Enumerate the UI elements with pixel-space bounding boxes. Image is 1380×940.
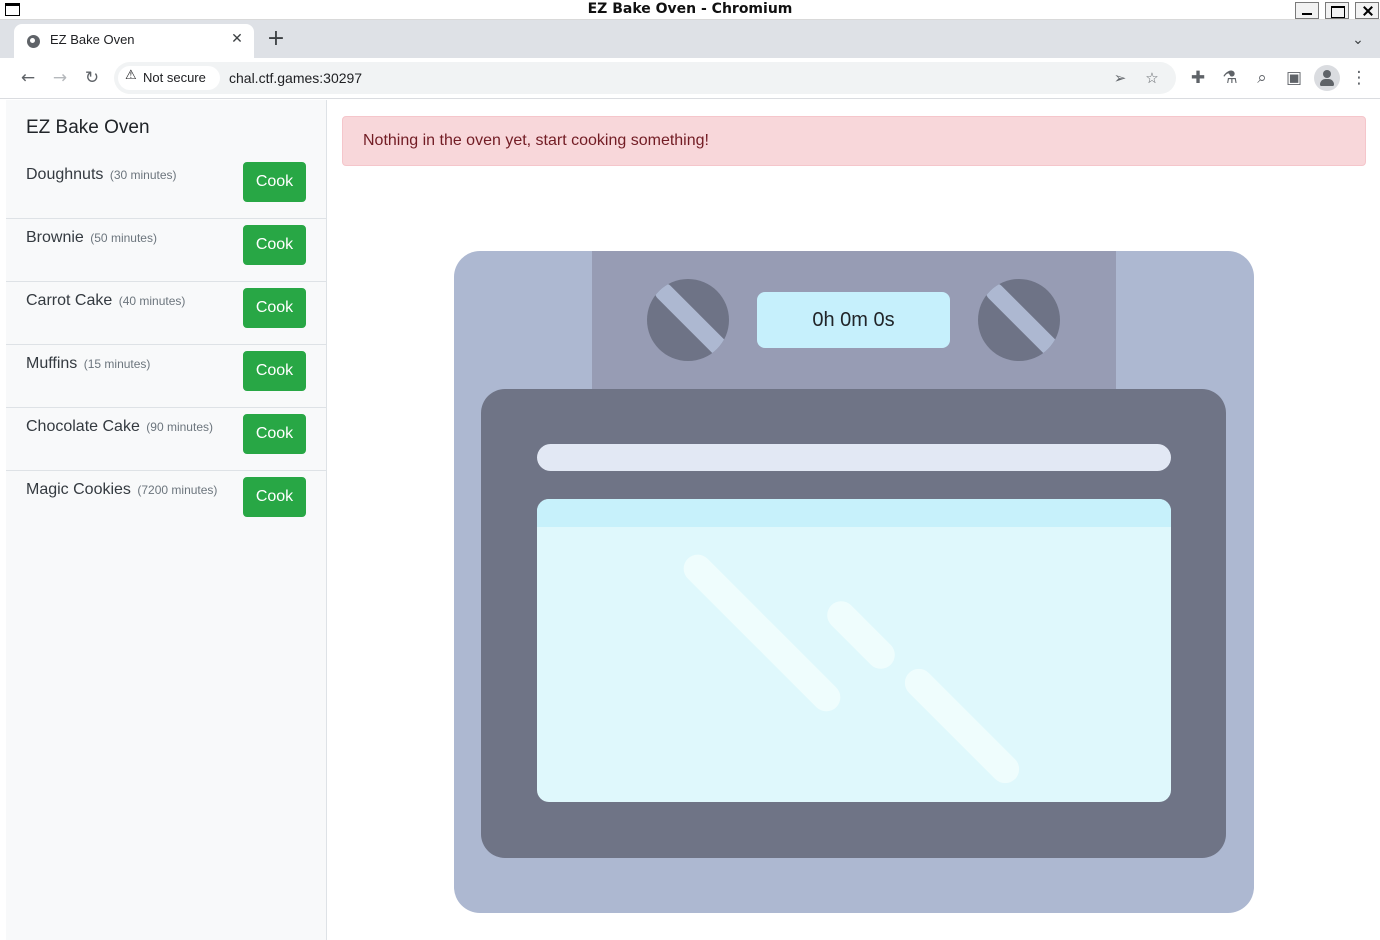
recipe-item-doughnuts: Doughnuts (30 minutes) Cook xyxy=(6,156,326,219)
recipe-time: (40 minutes) xyxy=(118,294,186,308)
star-icon[interactable]: ☆ xyxy=(1140,66,1164,90)
flask-icon[interactable]: ⚗ xyxy=(1218,66,1242,90)
oven-window xyxy=(537,499,1171,802)
recipe-name: Doughnuts xyxy=(26,166,104,183)
maximize-window-button[interactable] xyxy=(1325,2,1349,19)
browser-tab-strip: EZ Bake Oven ✕ + ⌄ xyxy=(0,20,1380,58)
sidebar: EZ Bake Oven Doughnuts (30 minutes) Cook… xyxy=(6,100,327,940)
window-title: EZ Bake Oven - Chromium xyxy=(587,1,793,17)
main-panel: Nothing in the oven yet, start cooking s… xyxy=(327,100,1380,940)
security-chip[interactable]: ⚠ Not secure xyxy=(118,66,220,90)
page-content: EZ Bake Oven Doughnuts (30 minutes) Cook… xyxy=(6,100,1380,940)
oven-door xyxy=(481,389,1226,858)
tab-search-chevron-icon[interactable]: ⌄ xyxy=(1346,29,1370,51)
minimize-window-button[interactable] xyxy=(1295,2,1319,19)
browser-tab[interactable]: EZ Bake Oven ✕ xyxy=(14,24,254,58)
magnifier-icon[interactable]: ⌕ xyxy=(1250,66,1274,90)
recipe-time: (90 minutes) xyxy=(146,420,213,434)
oven-knob-left-icon xyxy=(647,279,729,361)
recipe-name: Brownie xyxy=(26,229,84,246)
close-window-button[interactable] xyxy=(1355,2,1379,19)
oven-knob-right-icon xyxy=(978,279,1060,361)
window-glare xyxy=(821,595,901,675)
puzzle-icon[interactable]: ✚ xyxy=(1186,66,1210,90)
recipe-name: Magic Cookies xyxy=(26,481,131,498)
side-panel-icon[interactable]: ▣ xyxy=(1282,66,1306,90)
cook-button-doughnuts[interactable]: Cook xyxy=(243,162,306,202)
recipe-name: Muffins xyxy=(26,355,78,372)
oven-illustration: 0h 0m 0s xyxy=(454,251,1254,913)
browser-toolbar: ← → ↻ ⚠ Not secure chal.ctf.games:30297 … xyxy=(0,58,1380,99)
os-title-bar: EZ Bake Oven - Chromium xyxy=(0,0,1380,20)
recipe-time: (15 minutes) xyxy=(83,357,151,371)
window-glare xyxy=(899,663,1025,789)
recipe-item-carrot-cake: Carrot Cake (40 minutes) Cook xyxy=(6,282,326,345)
cook-button-magic-cookies[interactable]: Cook xyxy=(243,477,306,517)
recipe-time: (50 minutes) xyxy=(90,231,157,245)
recipe-item-brownie: Brownie (50 minutes) Cook xyxy=(6,219,326,282)
app-title: EZ Bake Oven xyxy=(26,117,150,138)
status-alert: Nothing in the oven yet, start cooking s… xyxy=(342,116,1366,166)
forward-arrow-icon[interactable]: → xyxy=(48,66,72,90)
reload-icon[interactable]: ↻ xyxy=(80,66,104,90)
address-bar[interactable]: ⚠ Not secure chal.ctf.games:30297 ➢ ☆ xyxy=(114,62,1176,94)
recipe-item-chocolate-cake: Chocolate Cake (90 minutes) Cook xyxy=(6,408,326,471)
oven-control-panel: 0h 0m 0s xyxy=(592,251,1116,389)
cook-button-carrot-cake[interactable]: Cook xyxy=(243,288,306,328)
globe-icon xyxy=(27,35,40,48)
recipe-name: Chocolate Cake xyxy=(26,418,140,435)
cook-button-chocolate-cake[interactable]: Cook xyxy=(243,414,306,454)
oven-timer: 0h 0m 0s xyxy=(757,292,950,348)
recipe-name: Carrot Cake xyxy=(26,292,113,309)
new-tab-button[interactable]: + xyxy=(264,28,288,52)
back-arrow-icon[interactable]: ← xyxy=(16,66,40,90)
tab-close-icon[interactable]: ✕ xyxy=(228,30,246,48)
window-glare xyxy=(677,548,847,718)
recipe-item-magic-cookies: Magic Cookies (7200 minutes) Cook xyxy=(6,471,326,534)
warning-triangle-icon: ⚠ xyxy=(125,68,137,83)
security-label: Not secure xyxy=(143,70,206,85)
tab-title: EZ Bake Oven xyxy=(50,32,135,47)
recipe-time: (7200 minutes) xyxy=(137,483,218,497)
oven-window-top xyxy=(537,499,1171,527)
recipe-item-muffins: Muffins (15 minutes) Cook xyxy=(6,345,326,408)
url-text[interactable]: chal.ctf.games:30297 xyxy=(229,70,362,86)
kebab-menu-icon[interactable]: ⋮ xyxy=(1347,66,1371,90)
recipe-time: (30 minutes) xyxy=(109,168,177,182)
cook-button-brownie[interactable]: Cook xyxy=(243,225,306,265)
profile-icon[interactable] xyxy=(1314,65,1340,91)
alert-text: Nothing in the oven yet, start cooking s… xyxy=(363,132,709,149)
cook-button-muffins[interactable]: Cook xyxy=(243,351,306,391)
oven-handle xyxy=(537,444,1171,471)
send-icon[interactable]: ➢ xyxy=(1108,66,1132,90)
